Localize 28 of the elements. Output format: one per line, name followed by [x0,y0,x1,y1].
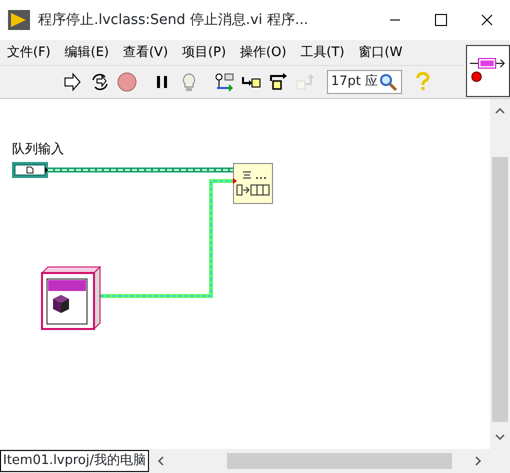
window-title: 程序停止.lvclass:Send 停止消息.vi 程序... [38,10,308,30]
vertical-scrollbar[interactable] [490,99,510,449]
step-over-icon[interactable] [267,71,289,93]
scrollbar-thumb[interactable] [226,453,452,469]
class-constant [40,266,102,330]
menu-item[interactable]: 项目(P) [175,42,234,62]
app-icon [8,10,30,30]
menu-item[interactable]: 查看(V) [116,42,176,62]
scrollbar-thumb[interactable] [492,157,508,422]
font-dropdown[interactable]: 17pt 应 [327,70,402,94]
scroll-right-icon[interactable] [474,456,482,466]
context-label: Item01.lvproj/我的电脑 [0,450,149,472]
scroll-left-icon[interactable] [156,456,165,466]
menu-item[interactable]: 编辑(E) [58,42,116,62]
maximize-icon [435,14,447,26]
menu-item[interactable]: 窗口(W [352,42,410,62]
queue-control-terminal [12,162,48,178]
close-icon [481,14,493,26]
menu-item[interactable]: 工具(T) [293,42,352,62]
scroll-up-icon[interactable] [495,107,505,115]
menu-item[interactable]: 操作(O) [233,42,294,62]
scroll-down-icon[interactable] [495,433,505,441]
enqueue-function-node [233,163,273,204]
probe-icon[interactable] [213,71,235,93]
search-icon[interactable] [378,72,398,92]
menu-item[interactable]: 文件(F) [0,42,58,62]
vi-icon [466,45,510,97]
control-label: 队列输入 [12,142,64,157]
